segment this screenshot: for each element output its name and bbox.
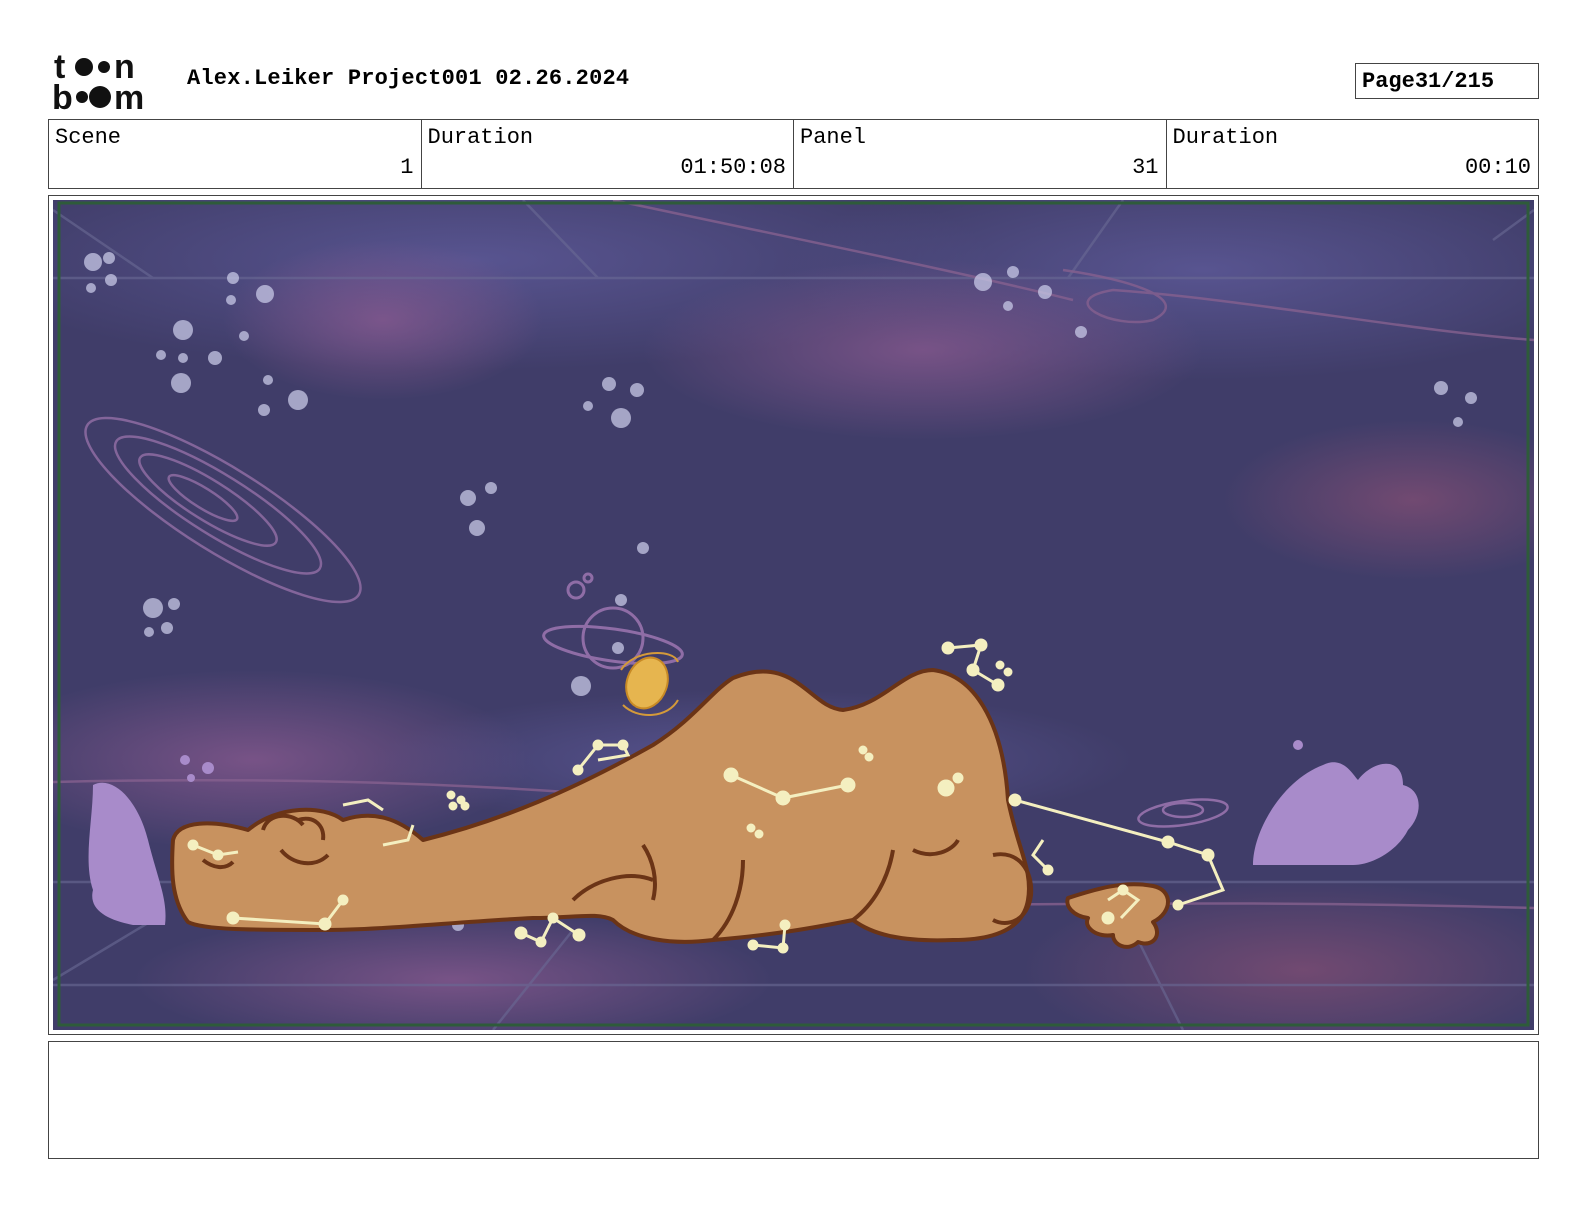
panel-duration-value: 00:10 bbox=[1464, 155, 1531, 180]
panel-value: 31 bbox=[1132, 155, 1159, 180]
svg-text:m: m bbox=[114, 79, 144, 112]
scene-duration-label: Duration bbox=[427, 125, 534, 150]
scene-label: Scene bbox=[55, 125, 122, 150]
toonboom-logo: t n b m bbox=[52, 50, 144, 112]
scene-info-table: Scene 1 Duration 01:50:08 Panel 31 Durat… bbox=[48, 119, 1539, 189]
svg-text:b: b bbox=[52, 79, 73, 112]
scene-duration-cell: Duration 01:50:08 bbox=[422, 120, 794, 188]
panel-illustration bbox=[53, 200, 1534, 1030]
panel-cell: Panel 31 bbox=[794, 120, 1167, 188]
page-number: 31/215 bbox=[1414, 68, 1495, 94]
panel-duration-cell: Duration 00:10 bbox=[1167, 120, 1539, 188]
scene-value: 1 bbox=[400, 155, 414, 180]
scene-duration-value: 01:50:08 bbox=[680, 155, 786, 180]
storyboard-panel bbox=[48, 195, 1539, 1035]
panel-label: Panel bbox=[800, 125, 867, 150]
page-label: Page bbox=[1362, 68, 1415, 94]
page-indicator: Page 31/215 bbox=[1355, 63, 1539, 99]
panel-notes-box[interactable] bbox=[48, 1041, 1539, 1159]
panel-duration-label: Duration bbox=[1172, 125, 1279, 150]
document-title: Alex.Leiker Project001 02.26.2024 bbox=[187, 66, 630, 91]
scene-cell: Scene 1 bbox=[49, 120, 422, 188]
